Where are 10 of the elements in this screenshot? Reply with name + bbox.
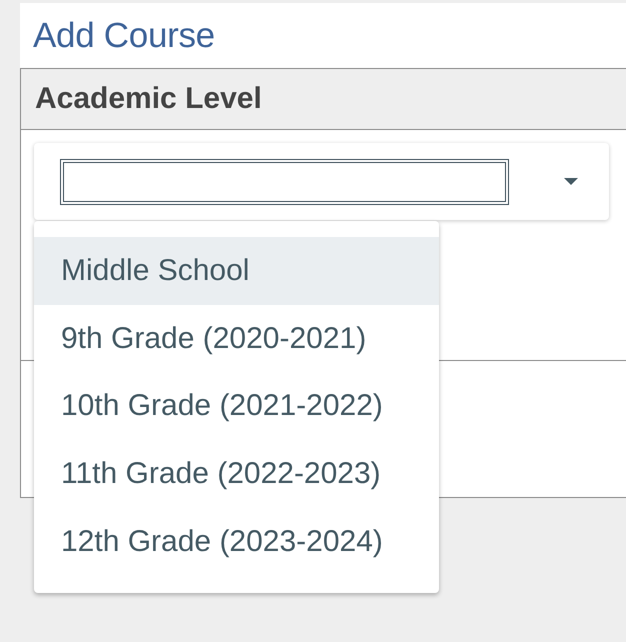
- dropdown-option[interactable]: 12th Grade (2023-2024): [34, 507, 439, 575]
- dropdown-option[interactable]: 11th Grade (2022-2023): [34, 440, 439, 508]
- dropdown-option[interactable]: 9th Grade (2020-2021): [34, 304, 439, 372]
- input-field[interactable]: [60, 158, 509, 204]
- page-title: Add Course: [33, 14, 215, 56]
- dropdown-option[interactable]: Middle School: [34, 237, 439, 305]
- section-title: Academic Level: [35, 81, 262, 117]
- dropdown-select[interactable]: [34, 143, 609, 220]
- dropdown-option[interactable]: 10th Grade (2021-2022): [34, 372, 439, 440]
- caret-icon: [564, 178, 578, 185]
